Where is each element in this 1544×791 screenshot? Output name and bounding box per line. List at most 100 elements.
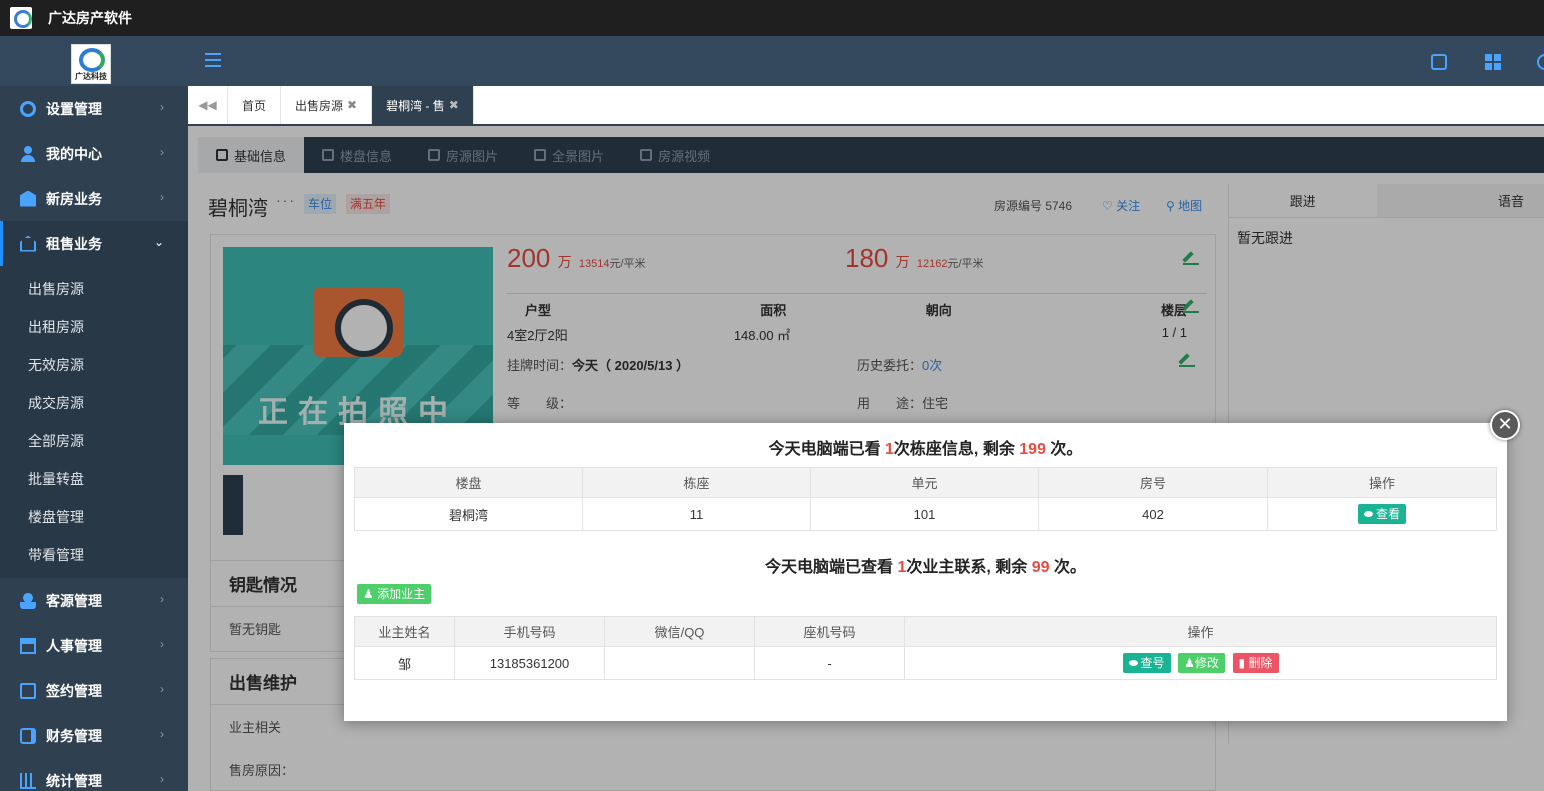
submenu-item-viewing-management[interactable]: 带看管理: [0, 536, 188, 574]
column-header: 手机号码: [454, 616, 605, 647]
view-button-label: 查看: [1375, 507, 1400, 521]
lookup-number-button[interactable]: 查号: [1122, 653, 1171, 673]
owner-info-modal: 今天电脑端已看 1次栋座信息, 剩余 199 次。 楼盘 栋座 单元 房号 操作…: [344, 423, 1507, 721]
submenu-item-estate-management[interactable]: 楼盘管理: [0, 498, 188, 536]
notice-text: 次业主联系, 剩余: [906, 559, 1032, 576]
column-header: 微信/QQ: [604, 616, 755, 647]
cell-building: 11: [582, 497, 811, 531]
column-header: 房号: [1038, 467, 1268, 498]
tabs-back-icon[interactable]: ◀◀: [188, 86, 228, 124]
chevron-right-icon: ›: [160, 682, 164, 696]
tab-home[interactable]: 首页: [228, 86, 282, 124]
sidebar-item-clients[interactable]: 客源管理 ›: [0, 578, 188, 623]
sidebar-item-rent-sale[interactable]: 租售业务 ⌄: [0, 221, 188, 266]
table-row: 碧桐湾 11 101 402 查看: [354, 497, 1497, 531]
add-owner-button[interactable]: ♟ 添加业主: [357, 584, 432, 604]
submenu-item-closed-listings[interactable]: 成交房源: [0, 384, 188, 422]
submenu-item-invalid-listings[interactable]: 无效房源: [0, 346, 188, 384]
sidebar-item-statistics[interactable]: 统计管理 ›: [0, 758, 188, 791]
cell-mobile: 13185361200: [454, 646, 605, 680]
chevron-right-icon: ›: [160, 637, 164, 651]
cell-actions: 查看: [1267, 497, 1497, 531]
chevron-right-icon: ›: [160, 100, 164, 114]
edit-owner-button[interactable]: ♟修改: [1178, 653, 1225, 673]
submenu-item-batch-transfer[interactable]: 批量转盘: [0, 460, 188, 498]
building-icon: [20, 190, 36, 207]
column-header: 单元: [810, 467, 1039, 498]
chevron-right-icon: ›: [160, 592, 164, 606]
tab-label: 出售房源: [295, 98, 344, 113]
notice-remain-count: 99: [1031, 559, 1050, 576]
chevron-down-icon: ⌄: [153, 235, 164, 249]
sidebar-item-label: 设置管理: [46, 100, 102, 117]
owner-table: 业主姓名 手机号码 微信/QQ 座机号码 操作 邹 13185361200 - …: [354, 616, 1497, 680]
column-header: 业主姓名: [354, 616, 455, 647]
building-view-notice: 今天电脑端已看 1次栋座信息, 剩余 199 次。: [344, 435, 1507, 459]
home-icon: [20, 235, 36, 252]
sidebar-submenu: 出售房源 出租房源 无效房源 成交房源 全部房源 批量转盘 楼盘管理 带看管理: [0, 266, 188, 578]
cell-wechat-qq: [604, 646, 755, 680]
sidebar-item-hr[interactable]: 人事管理 ›: [0, 623, 188, 668]
apps-grid-icon[interactable]: [1485, 54, 1501, 70]
sidebar-item-label: 我的中心: [46, 145, 102, 162]
search-icon[interactable]: [1537, 54, 1544, 70]
eye-icon: [1128, 660, 1138, 666]
notice-remain-count: 199: [1019, 441, 1046, 458]
chevron-right-icon: ›: [160, 772, 164, 786]
sidebar-item-label: 新房业务: [46, 190, 102, 207]
submenu-item-all-listings[interactable]: 全部房源: [0, 422, 188, 460]
close-icon[interactable]: ✖: [449, 98, 459, 112]
brand-text: 广达科技: [75, 72, 107, 81]
submenu-item-sale-listings[interactable]: 出售房源: [0, 270, 188, 308]
delete-owner-label: 删除: [1248, 656, 1273, 670]
column-header: 楼盘: [354, 467, 583, 498]
cell-unit: 101: [810, 497, 1039, 531]
sidebar-item-finance[interactable]: 财务管理 ›: [0, 713, 188, 758]
person-icon: [20, 145, 36, 162]
brand-logo[interactable]: 广达科技: [71, 44, 111, 84]
view-button[interactable]: 查看: [1357, 504, 1406, 524]
add-person-icon: ♟: [363, 587, 378, 601]
gear-icon: [20, 100, 36, 117]
owner-contact-notice: 今天电脑端已查看 1次业主联系, 剩余 99 次。: [344, 553, 1507, 577]
app-title: 广达房产软件: [48, 10, 132, 26]
column-header: 操作: [904, 616, 1497, 647]
delete-owner-button[interactable]: ▮ 删除: [1232, 653, 1279, 673]
building-info-table: 楼盘 栋座 单元 房号 操作 碧桐湾 11 101 402 查看: [354, 467, 1497, 531]
modal-close-button[interactable]: ✕: [1490, 410, 1520, 440]
user-profile-icon[interactable]: [1431, 54, 1447, 70]
sidebar-item-label: 签约管理: [46, 682, 102, 699]
sidebar-item-label: 租售业务: [46, 235, 102, 252]
notice-text: 今天电脑端已看: [768, 441, 886, 458]
sidebar-item-label: 统计管理: [46, 772, 102, 789]
column-header: 座机号码: [754, 616, 905, 647]
tab-sale-listings[interactable]: 出售房源 ✖: [281, 86, 373, 124]
close-icon[interactable]: ✖: [347, 98, 357, 112]
sidebar-item-new-house[interactable]: 新房业务 ›: [0, 176, 188, 221]
sidebar-item-settings[interactable]: 设置管理 ›: [0, 86, 188, 131]
sidebar-item-label: 人事管理: [46, 637, 102, 654]
sidebar: 设置管理 › 我的中心 › 新房业务 › 租售业务 ⌄ 出售房源 出租房源 无效房源 成…: [0, 86, 188, 791]
submenu-item-rent-listings[interactable]: 出租房源: [0, 308, 188, 346]
eye-icon: [1363, 511, 1373, 517]
menu-toggle-icon[interactable]: [205, 53, 221, 69]
tab-label: 碧桐湾 - 售: [386, 98, 445, 113]
sidebar-item-contracts[interactable]: 签约管理 ›: [0, 668, 188, 713]
chevron-right-icon: ›: [160, 145, 164, 159]
sidebar-item-label: 财务管理: [46, 727, 102, 744]
edit-owner-label: 修改: [1194, 656, 1219, 670]
cell-actions: 查号 ♟修改 ▮ 删除: [904, 646, 1497, 680]
window-titlebar: 广达房产软件: [0, 0, 1544, 36]
column-header: 操作: [1267, 467, 1497, 498]
sidebar-item-my-center[interactable]: 我的中心 ›: [0, 131, 188, 176]
chart-icon: [20, 772, 36, 789]
table-row: 邹 13185361200 - 查号 ♟修改 ▮ 删除: [354, 646, 1497, 680]
tab-label: 首页: [242, 98, 267, 113]
notice-text: 今天电脑端已查看: [765, 559, 898, 576]
lookup-number-label: 查号: [1140, 656, 1165, 670]
cell-estate: 碧桐湾: [354, 497, 583, 531]
brand-logo-icon: [79, 48, 105, 72]
edit-person-icon: ♟: [1184, 656, 1195, 670]
cell-landline: -: [754, 646, 905, 680]
tab-house-detail[interactable]: 碧桐湾 - 售 ✖: [372, 86, 474, 124]
